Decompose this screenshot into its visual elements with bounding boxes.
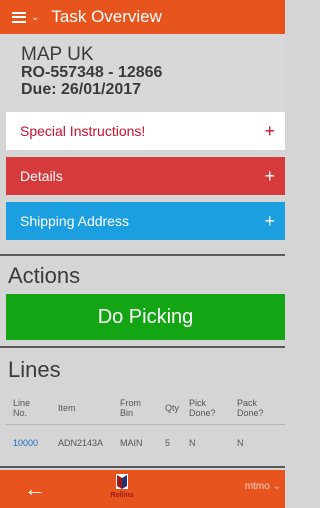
column-header-item: Item <box>58 403 76 413</box>
plus-icon: + <box>264 120 275 141</box>
column-header-qty: Qty <box>165 403 180 413</box>
special-instructions-section[interactable]: Special Instructions! + <box>6 112 285 150</box>
table-row[interactable]: 10000 ADN2143A MAIN 5 N N <box>6 424 285 460</box>
hamburger-menu-icon <box>12 11 26 23</box>
order-number: RO-557348 - 12866 <box>21 64 163 81</box>
logo-text: Rollins <box>110 492 134 499</box>
rollins-logo: Rollins <box>107 473 137 506</box>
divider <box>0 254 285 256</box>
from-bin-cell: MAIN <box>120 437 143 448</box>
column-header-pack-done: Pack Done? <box>237 398 264 418</box>
column-header-from-bin: From Bin <box>120 398 141 418</box>
line-number-link[interactable]: 10000 <box>6 438 50 448</box>
do-picking-button[interactable]: Do Picking <box>6 294 285 340</box>
table-header: Line No. Item From Bin Qty Pick Done? Pa… <box>6 392 285 424</box>
pack-done-cell: N <box>237 437 244 448</box>
lines-heading: Lines <box>8 357 61 382</box>
rollins-logo-mark <box>116 474 128 489</box>
special-instructions-label: Special Instructions! <box>20 123 146 139</box>
menu-button[interactable]: ⌄ <box>12 0 39 34</box>
shipping-address-section[interactable]: Shipping Address + <box>6 202 285 240</box>
shipping-address-label: Shipping Address <box>20 213 129 229</box>
qty-cell: 5 <box>165 437 171 448</box>
due-date: Due: 26/01/2017 <box>21 81 142 98</box>
page-title: Task Overview <box>51 7 162 26</box>
plus-icon: + <box>264 165 275 186</box>
pick-done-cell: N <box>189 437 196 448</box>
top-app-bar: ⌄ Task Overview <box>0 0 285 34</box>
bottom-bar: ← Rollins mtmo ⌄ <box>0 470 285 508</box>
column-header-pick-done: Pick Done? <box>189 398 216 418</box>
column-header-line-no: Line No. <box>13 398 31 418</box>
chevron-down-icon: ⌄ <box>31 11 40 23</box>
company-name: MAP UK <box>21 44 94 65</box>
divider <box>0 346 285 348</box>
details-label: Details <box>20 168 63 184</box>
plus-icon: + <box>264 210 275 231</box>
user-menu[interactable]: mtmo ⌄ <box>245 481 281 492</box>
details-section[interactable]: Details + <box>6 157 285 195</box>
divider <box>0 466 285 468</box>
back-arrow-icon[interactable]: ← <box>20 470 50 508</box>
order-summary: MAP UK RO-557348 - 12866 Due: 26/01/2017 <box>0 34 285 112</box>
item-cell: ADN2143A <box>58 437 104 448</box>
actions-heading: Actions <box>8 263 81 288</box>
lines-table: Line No. Item From Bin Qty Pick Done? Pa… <box>6 392 285 460</box>
